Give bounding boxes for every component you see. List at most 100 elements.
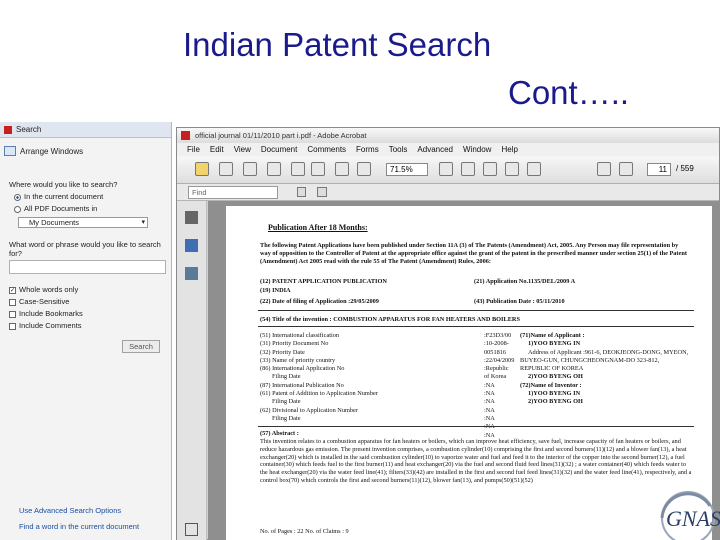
hand-icon[interactable] xyxy=(311,162,325,176)
applicant-line: 1)YOO BYENG IN xyxy=(528,340,581,348)
word-label: What word or phrase would you like to se… xyxy=(9,240,161,258)
zoom-input[interactable]: 71.5% xyxy=(386,163,428,176)
arrange-windows-label: Arrange Windows xyxy=(20,146,84,156)
checkbox-icon[interactable] xyxy=(9,322,16,330)
find-word-link[interactable]: Find a word in the current document xyxy=(19,522,139,531)
bookmarks-icon[interactable] xyxy=(185,239,198,252)
menu-help[interactable]: Help xyxy=(501,143,517,156)
menu-edit[interactable]: Edit xyxy=(210,143,224,156)
field-value: :22/04/2009 xyxy=(484,356,515,364)
checkbox-checked-icon[interactable]: ✓ xyxy=(9,286,16,294)
applicant-line: Address of Applicant :961-6, DEOKJEONG-D… xyxy=(528,348,689,356)
option-current-document[interactable]: In the current document xyxy=(14,192,103,201)
field-label: (86) International Application No xyxy=(260,365,345,373)
search-input[interactable] xyxy=(9,260,166,274)
menu-file[interactable]: File xyxy=(187,143,200,156)
attachment-icon[interactable] xyxy=(185,523,198,536)
abstract-title: (57) Abstract : xyxy=(260,430,299,437)
slide-subtitle: Cont….. xyxy=(508,74,630,111)
field-values: :F23D3/00 :10-2008- 0051816 :22/04/2009 … xyxy=(484,332,514,440)
doc-line-21: (21) Application No.1135/DEL/2009 A xyxy=(474,278,576,285)
pdf-icon xyxy=(4,125,12,134)
radio-current-icon[interactable] xyxy=(14,193,21,201)
gnas-logo: GNAS xyxy=(640,478,720,540)
signatures-icon[interactable] xyxy=(185,267,198,280)
email-icon[interactable] xyxy=(267,162,281,176)
field-value: :F23D3/00 xyxy=(484,332,512,339)
field-label: (61) Patent of Addition to Application N… xyxy=(260,390,378,398)
search-pane-title: Search xyxy=(16,125,42,134)
snapshot-icon[interactable] xyxy=(505,162,519,176)
acrobat-icon xyxy=(181,131,190,140)
menu-document[interactable]: Document xyxy=(261,143,297,156)
applicant-line: (72)Name of Inventor : xyxy=(520,381,582,389)
field-label: (33) Name of priority country xyxy=(260,356,336,364)
logo-text: GNAS xyxy=(666,506,720,531)
checkbox-icon[interactable] xyxy=(9,298,16,306)
gnas-logo-graphic: GNAS xyxy=(660,491,720,540)
zoom-in-icon[interactable] xyxy=(291,162,305,176)
location-value: My Documents xyxy=(29,218,80,227)
menu-view[interactable]: View xyxy=(234,143,251,156)
doc-line-12: (12) PATENT APPLICATION PUBLICATION xyxy=(260,278,387,285)
menu-forms[interactable]: Forms xyxy=(356,143,379,156)
zoom-plus-icon[interactable] xyxy=(357,162,371,176)
field-value: :Republic xyxy=(484,365,509,373)
check-whole-words[interactable]: ✓ Whole words only xyxy=(9,285,78,294)
find-input[interactable]: Find xyxy=(188,186,278,199)
location-select[interactable]: My Documents ▾ xyxy=(18,217,148,228)
field-value: :10-2008- xyxy=(484,340,509,348)
checkbox-icon[interactable] xyxy=(9,310,16,318)
fit-width-icon[interactable] xyxy=(461,162,475,176)
open-folder-icon[interactable] xyxy=(195,162,209,176)
arrange-windows-button[interactable]: Arrange Windows xyxy=(4,144,167,158)
applicant-line: 2)YOO BYENG OH xyxy=(528,373,583,381)
check-case-label: Case-Sensitive xyxy=(19,297,70,306)
applicant-line: REPUBLIC OF KOREA xyxy=(520,365,584,373)
slide: Indian Patent Search Cont….. Search Arra… xyxy=(0,0,720,540)
menu-advanced[interactable]: Advanced xyxy=(417,143,453,156)
slide-title: Indian Patent Search xyxy=(183,26,492,63)
cursor-tool-icon[interactable] xyxy=(297,187,306,197)
menu-comments[interactable]: Comments xyxy=(307,143,346,156)
menu-window[interactable]: Window xyxy=(463,143,491,156)
check-include-bookmarks[interactable]: Include Bookmarks xyxy=(9,309,83,318)
check-include-comments[interactable]: Include Comments xyxy=(9,321,82,330)
acrobat-window: official journal 01/11/2010 part i.pdf -… xyxy=(176,127,720,540)
comment-icon[interactable] xyxy=(527,162,541,176)
main-toolbar: 71.5% 11 / 559 xyxy=(177,156,719,184)
field-value: :NA xyxy=(484,390,495,398)
applicant-info: (71)Name of Applicant : 1)YOO BYENG IN A… xyxy=(520,332,688,407)
doc-heading: Publication After 18 Months: xyxy=(268,223,368,232)
advanced-search-link[interactable]: Use Advanced Search Options xyxy=(19,506,121,515)
search-button[interactable]: Search xyxy=(122,340,160,353)
pages-icon[interactable] xyxy=(185,211,198,224)
divider xyxy=(258,310,694,311)
option-all-label: All PDF Documents in xyxy=(24,204,98,213)
field-value: 0051816 xyxy=(484,348,507,356)
doc-line-54: (54) Title of the invention : COMBUSTION… xyxy=(260,316,520,323)
zoom-out-icon[interactable] xyxy=(335,162,349,176)
applicant-line: (71)Name of Applicant : xyxy=(520,332,585,339)
field-value: :NA xyxy=(484,406,495,414)
fit-page-icon[interactable] xyxy=(439,162,453,176)
page-number-input[interactable]: 11 xyxy=(647,163,671,176)
divider xyxy=(258,426,694,427)
save-icon[interactable] xyxy=(243,162,257,176)
total-pages: / 559 xyxy=(676,164,694,173)
menu-tools[interactable]: Tools xyxy=(389,143,408,156)
field-labels: (51) International classification (31) P… xyxy=(260,332,378,423)
print-icon[interactable] xyxy=(219,162,233,176)
field-value: :NA xyxy=(484,414,495,422)
select-icon[interactable] xyxy=(483,162,497,176)
doc-line-43: (43) Publication Date : 05/11/2010 xyxy=(474,298,565,305)
option-all-documents[interactable]: All PDF Documents in xyxy=(14,204,97,213)
next-page-icon[interactable] xyxy=(619,162,633,176)
applicant-line: 1)YOO BYENG IN xyxy=(528,390,581,398)
previous-page-icon[interactable] xyxy=(597,162,611,176)
find-toolbar: Find xyxy=(177,184,719,201)
text-select-icon[interactable] xyxy=(317,187,327,197)
radio-all-icon[interactable] xyxy=(14,205,21,213)
check-case-sensitive[interactable]: Case-Sensitive xyxy=(9,297,69,306)
field-label: (32) Priority Date xyxy=(260,348,305,356)
